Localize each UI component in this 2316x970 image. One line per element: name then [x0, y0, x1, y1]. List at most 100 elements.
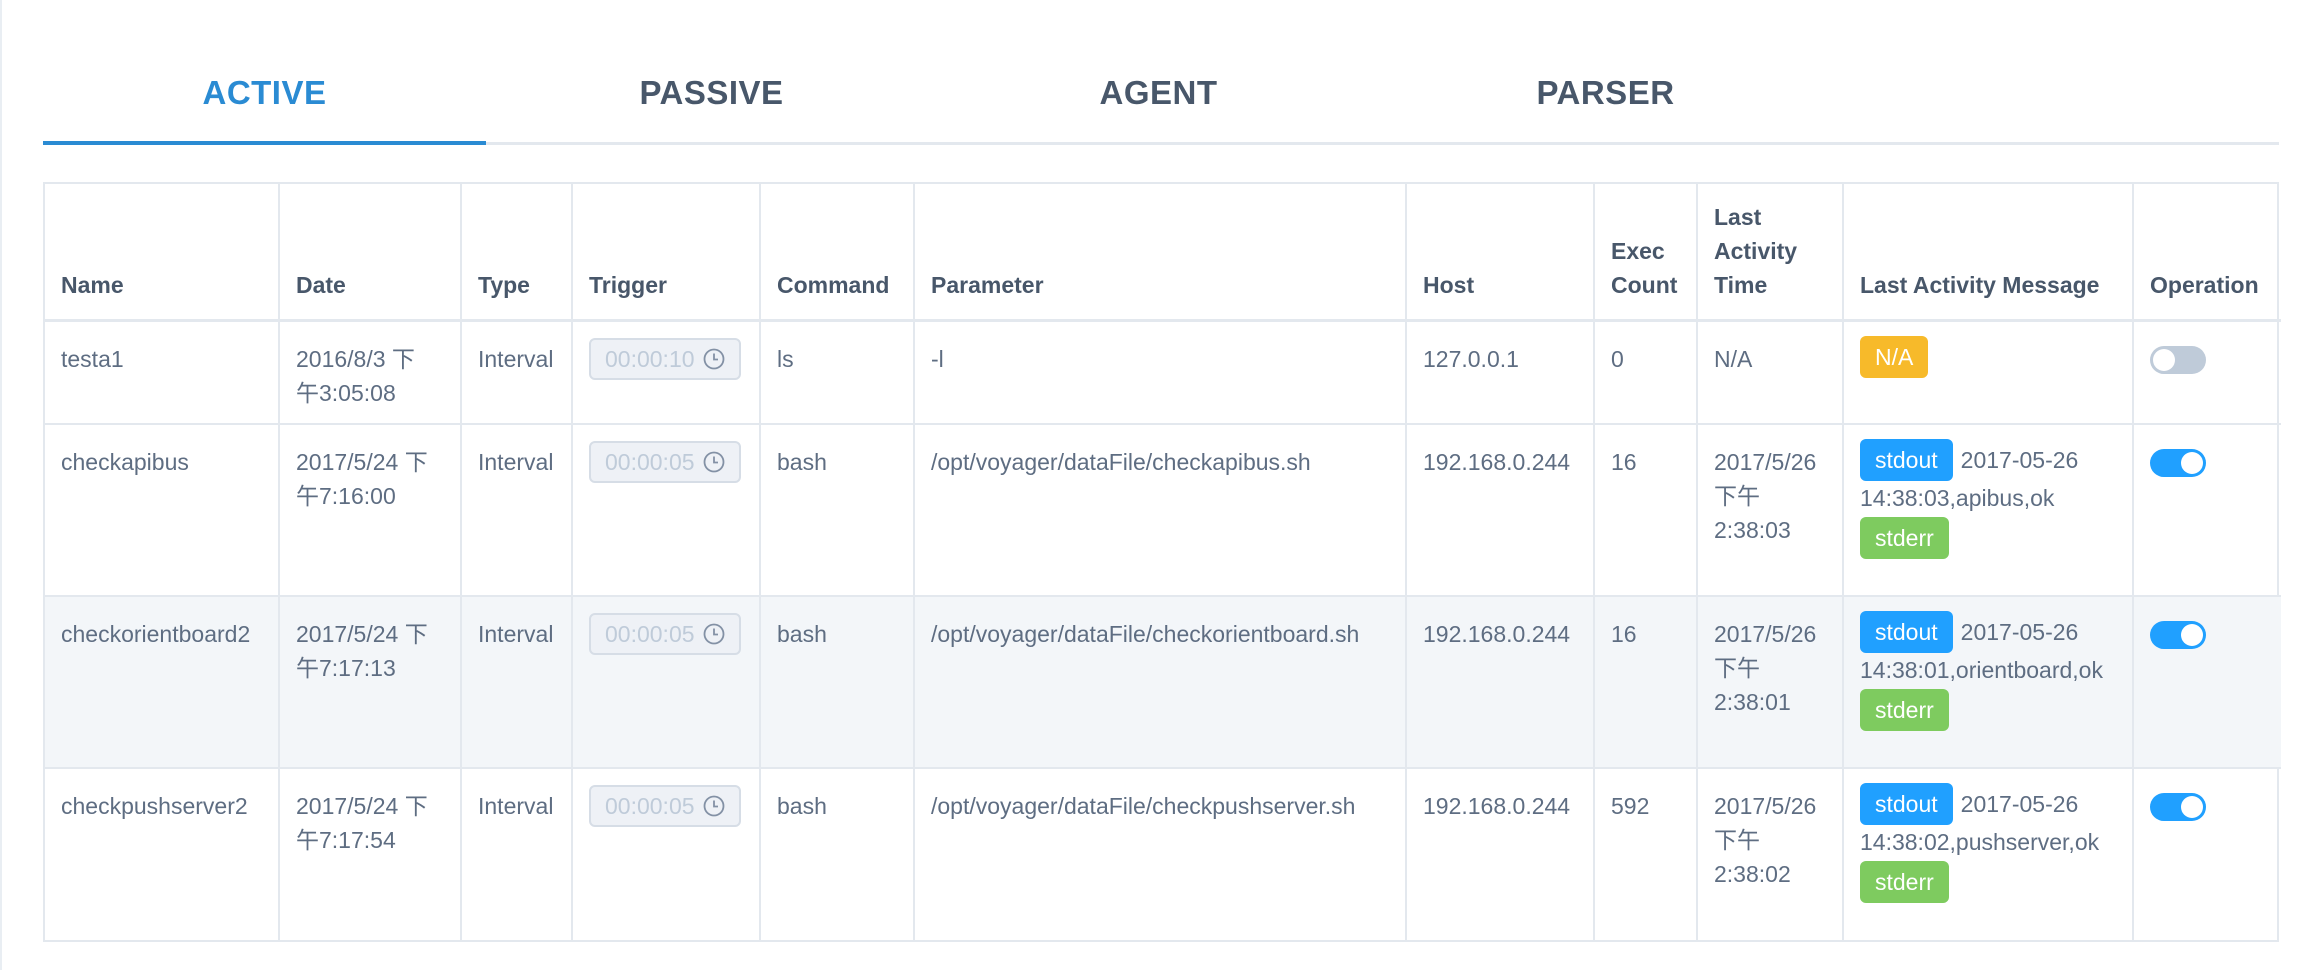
date-line: 2017/5/24 下: [296, 449, 428, 475]
cell-type: Interval: [461, 424, 573, 597]
clock-icon: [703, 623, 725, 645]
cell-command: bash: [760, 424, 915, 597]
date-line: 午3:05:08: [296, 379, 396, 406]
cell-parameter: -l: [914, 320, 1407, 425]
date-line: 2017/5/24 下: [296, 793, 428, 819]
cell-name: checkpushserver2: [45, 768, 280, 940]
enable-toggle[interactable]: [2150, 793, 2206, 821]
cell-type: Interval: [461, 596, 573, 769]
active-tab-indicator: [43, 141, 486, 145]
cell-trigger: 00:00:05: [572, 596, 761, 769]
cell-operation: [2133, 596, 2281, 769]
cell-trigger: 00:00:10: [572, 320, 761, 425]
time-line: 下午: [1714, 483, 1760, 509]
header-line: Exec: [1611, 237, 1665, 264]
enable-toggle[interactable]: [2150, 345, 2206, 374]
cell-last-activity-time: 2017/5/26 下午 2:38:03: [1697, 424, 1844, 597]
column-header-command: Command: [760, 184, 915, 322]
message-text: 2017-05-26: [1960, 791, 2079, 817]
stdout-tag[interactable]: stdout: [1860, 783, 1953, 825]
column-header-date: Date: [279, 184, 462, 322]
cell-last-activity-message: N/A: [1843, 320, 2134, 425]
table-row: checkapibus 2017/5/24 下 午7:16:00 Interva…: [45, 424, 2281, 597]
na-tag: N/A: [1860, 335, 1929, 378]
cell-host: 192.168.0.244: [1406, 424, 1595, 597]
date-line: 午7:17:13: [296, 655, 396, 681]
column-header-type: Type: [461, 184, 573, 322]
column-header-last-activity-message: Last Activity Message: [1843, 184, 2134, 322]
cell-parameter: /opt/voyager/dataFile/checkapibus.sh: [914, 424, 1407, 597]
time-line: 2:38:01: [1714, 689, 1791, 715]
tab-active[interactable]: ACTIVE: [43, 44, 486, 142]
toggle-knob: [2181, 624, 2203, 646]
tab-bar: ACTIVE PASSIVE AGENT PARSER: [43, 44, 2279, 145]
date-line: 午7:16:00: [296, 483, 396, 509]
time-line: 下午: [1714, 827, 1760, 853]
stderr-tag[interactable]: stderr: [1860, 517, 1949, 559]
time-line: 下午: [1714, 655, 1760, 681]
tasks-table: Name Date Type Trigger Command Parameter…: [43, 182, 2281, 942]
message-text: 14:38:03,apibus,ok: [1860, 485, 2055, 511]
enable-toggle[interactable]: [2150, 621, 2206, 649]
cell-last-activity-time: 2017/5/26 下午 2:38:02: [1697, 768, 1844, 940]
cell-command: bash: [760, 596, 915, 769]
time-line: 2:38:02: [1714, 861, 1791, 887]
message-third-line: stderr: [1860, 861, 2116, 903]
clock-icon: [703, 348, 725, 369]
tab-parser[interactable]: PARSER: [1384, 44, 1827, 142]
column-header-last-activity-time: Last Activity Time: [1697, 184, 1844, 322]
cell-date: 2017/5/24 下 午7:17:13: [279, 596, 462, 769]
message-first-line: stdout 2017-05-26: [1860, 611, 2116, 653]
enable-toggle[interactable]: [2150, 449, 2206, 477]
column-header-operation: Operation: [2133, 184, 2281, 322]
time-line: 2017/5/26: [1714, 449, 1817, 475]
message-text: 2017-05-26: [1960, 619, 2079, 645]
toggle-knob: [2181, 796, 2203, 818]
date-line: 午7:17:54: [296, 827, 396, 853]
cell-last-activity-message: stdout 2017-05-26 14:38:01,orientboard,o…: [1843, 596, 2134, 769]
message-first-line: stdout 2017-05-26: [1860, 439, 2116, 481]
tab-passive[interactable]: PASSIVE: [490, 44, 933, 142]
cell-date: 2017/5/24 下 午7:17:54: [279, 768, 462, 940]
time-line: 2017/5/26: [1714, 793, 1817, 819]
message-text: 14:38:01,orientboard,ok: [1860, 657, 2103, 683]
cell-last-activity-message: stdout 2017-05-26 14:38:02,pushserver,ok…: [1843, 768, 2134, 940]
header-line: Time: [1714, 271, 1768, 298]
stderr-tag[interactable]: stderr: [1860, 689, 1949, 731]
toggle-knob: [2153, 348, 2175, 371]
cell-exec-count: 592: [1594, 768, 1698, 940]
cell-last-activity-time: N/A: [1697, 320, 1844, 425]
cell-operation: [2133, 424, 2281, 597]
table-row: checkpushserver2 2017/5/24 下 午7:17:54 In…: [45, 768, 2281, 940]
stderr-tag[interactable]: stderr: [1860, 861, 1949, 903]
toggle-knob: [2181, 452, 2203, 474]
cell-exec-count: 16: [1594, 424, 1698, 597]
trigger-time-input: 00:00:05: [589, 785, 741, 827]
cell-exec-count: 16: [1594, 596, 1698, 769]
header-line: Last: [1714, 203, 1762, 230]
cell-type: Interval: [461, 768, 573, 940]
table-row: testa1 2016/8/3 下 午3:05:08 Interval 00:0…: [45, 320, 2281, 425]
header-line: Activity: [1714, 237, 1798, 264]
cell-name: checkorientboard2: [45, 596, 280, 769]
stdout-tag[interactable]: stdout: [1860, 611, 1953, 653]
cell-operation: [2133, 320, 2281, 425]
clock-icon: [703, 795, 725, 817]
column-header-parameter: Parameter: [914, 184, 1407, 322]
page-frame: ACTIVE PASSIVE AGENT PARSER Name Date Ty…: [0, 0, 2316, 970]
cell-name: checkapibus: [45, 424, 280, 597]
column-header-trigger: Trigger: [572, 184, 761, 322]
stdout-tag[interactable]: stdout: [1860, 439, 1953, 481]
table-row: checkorientboard2 2017/5/24 下 午7:17:13 I…: [45, 596, 2281, 769]
time-line: 2:38:03: [1714, 517, 1791, 543]
tab-agent[interactable]: AGENT: [937, 44, 1380, 142]
column-header-exec-count: Exec Count: [1594, 184, 1698, 322]
header-line: Count: [1611, 271, 1678, 298]
cell-command: ls: [760, 320, 915, 425]
date-line: 2017/5/24 下: [296, 621, 428, 647]
message-text: 2017-05-26: [1960, 447, 2079, 473]
table-header-row: Name Date Type Trigger Command Parameter…: [45, 184, 2281, 322]
cell-host: 192.168.0.244: [1406, 768, 1595, 940]
clock-icon: [703, 451, 725, 473]
cell-host: 192.168.0.244: [1406, 596, 1595, 769]
